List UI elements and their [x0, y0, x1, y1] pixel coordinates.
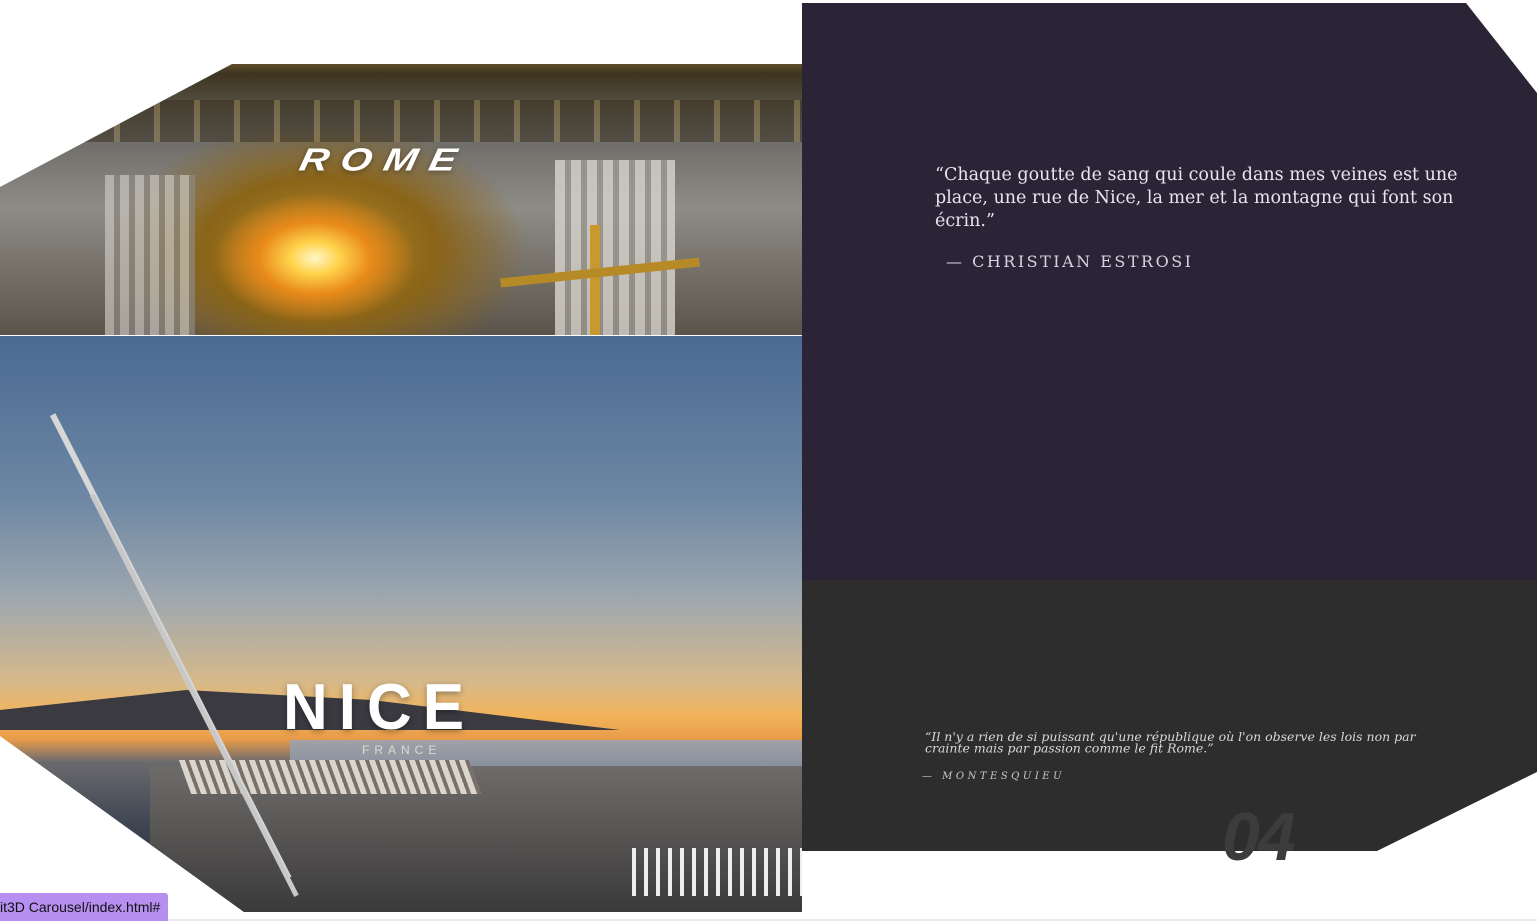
nice-subtitle: FRANCE — [362, 743, 442, 757]
quote-author-estrosi: — CHRISTIAN ESTROSI — [946, 252, 1194, 271]
nice-slide-image[interactable] — [0, 336, 802, 912]
rome-column-left — [105, 175, 195, 335]
quote-text-estrosi: “Chaque goutte de sang qui coule dans me… — [935, 165, 1458, 231]
rome-cross — [590, 225, 600, 335]
nice-beach-roof — [178, 760, 482, 794]
rome-title: ROME — [296, 142, 472, 178]
quote-panel-montesquieu[interactable] — [802, 580, 1537, 851]
carousel-stage: ROME NICE FRANCE “Chaque goutte de sang … — [0, 0, 1537, 921]
nice-fence — [632, 848, 802, 896]
quote-author-montesquieu: — MONTESQUIEU — [922, 771, 1065, 782]
slide-number: 04 — [1222, 799, 1296, 875]
rome-column-right — [555, 160, 675, 335]
quote-text-montesquieu: “Il n'y a rien de si puissant qu'une rép… — [925, 729, 1416, 756]
quote-panel-estrosi[interactable] — [802, 3, 1537, 580]
rome-frieze — [0, 100, 802, 142]
status-bar-url: it3D Carousel/index.html# — [0, 893, 169, 921]
nice-title: NICE — [283, 671, 476, 744]
